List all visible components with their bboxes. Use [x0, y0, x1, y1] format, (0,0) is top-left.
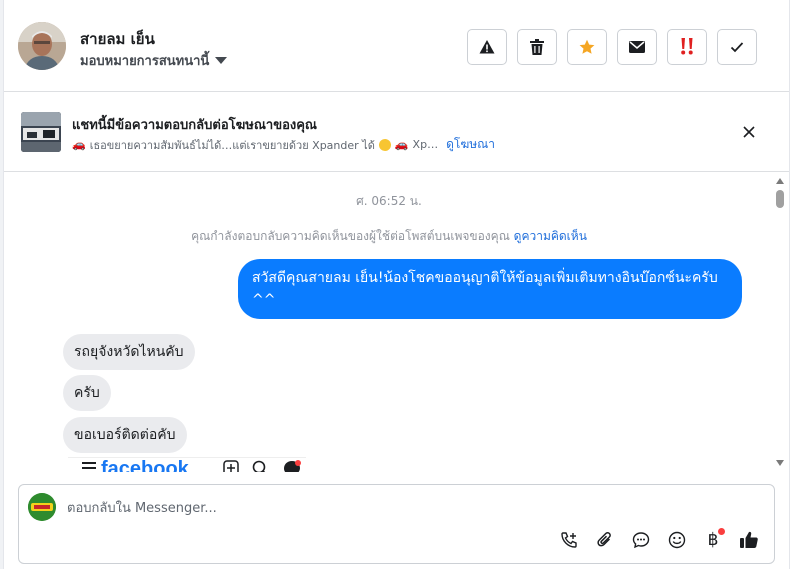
assign-label: มอบหมายการสนทนานี้: [80, 54, 210, 69]
ad-banner-title: แชทนี้มีข้อความตอบกลับต่อโฆษณาของคุณ: [72, 118, 317, 133]
trash-icon: [530, 39, 544, 55]
composer-tools: ฿: [556, 527, 762, 553]
star-button[interactable]: [567, 29, 607, 65]
car-icon: 🚗: [72, 138, 86, 151]
ad-preview: 🚗 เธอขยายความสัมพันธ์ไม่ได้…แต่เราขยายด้…: [72, 135, 495, 154]
done-button[interactable]: [717, 29, 757, 65]
contact-avatar[interactable]: [18, 22, 66, 70]
header-actions: [467, 29, 757, 65]
ad-thumbnail[interactable]: [21, 112, 61, 152]
outgoing-message[interactable]: สวัสดีคุณสายลม เย็น!น้องโชคขออนุญาติให้ข…: [238, 259, 742, 319]
saved-replies-button[interactable]: [628, 527, 654, 553]
notification-dot: [718, 528, 725, 535]
messenger-icon: [284, 460, 301, 472]
caret-down-icon: [215, 57, 228, 64]
check-icon: [730, 42, 744, 53]
assign-conversation-dropdown[interactable]: มอบหมายการสนทนานี้: [80, 50, 228, 71]
conversation-header: สายลม เย็น มอบหมายการสนทนานี้: [4, 0, 789, 92]
emoji-icon: [668, 531, 686, 549]
page-avatar: [28, 493, 56, 521]
double-exclamation-icon: [681, 38, 693, 55]
delete-button[interactable]: [517, 29, 557, 65]
ad-preview-text: เธอขยายความสัมพันธ์ไม่ได้…แต่เราขยายด้วย…: [89, 138, 375, 152]
incoming-message[interactable]: รถยุจังหวัดไหนคับ: [63, 334, 195, 370]
envelope-icon: [629, 41, 645, 53]
incoming-message[interactable]: ขอเบอร์ติดต่อคับ: [63, 417, 187, 453]
call-button[interactable]: [556, 527, 582, 553]
spam-button[interactable]: [667, 29, 707, 65]
smiley-icon: [378, 138, 391, 151]
close-icon: [743, 126, 755, 138]
chat-bubble-icon: [632, 532, 650, 549]
incoming-message[interactable]: ครับ: [63, 375, 111, 411]
notice-text: คุณกำลังตอบกลับความคิดเห็นของผู้ใช้ต่อโพ…: [191, 229, 510, 243]
ad-reply-banner: แชทนี้มีข้อความตอบกลับต่อโฆษณาของคุณ 🚗 เ…: [4, 92, 789, 172]
message-list: ศ. 06:52 น. คุณกำลังตอบกลับความคิดเห็นขอ…: [4, 172, 789, 472]
payment-button[interactable]: ฿: [700, 527, 726, 553]
message-timestamp: ศ. 06:52 น.: [356, 194, 422, 208]
reply-input[interactable]: [67, 497, 567, 519]
ad-preview-text-2: Xp…: [412, 138, 439, 151]
comment-reply-notice: คุณกำลังตอบกลับความคิดเห็นของผู้ใช้ต่อโพ…: [4, 227, 774, 246]
report-button[interactable]: [467, 29, 507, 65]
car-icon-2: 🚗: [394, 138, 409, 151]
like-button[interactable]: [736, 527, 762, 553]
close-banner-button[interactable]: [739, 122, 759, 142]
incoming-image-attachment[interactable]: facebook: [68, 457, 306, 472]
view-ad-link[interactable]: ดูโฆษณา: [446, 135, 495, 154]
attach-button[interactable]: [592, 527, 618, 553]
emoji-button[interactable]: [664, 527, 690, 553]
hamburger-icon: [82, 462, 96, 469]
conversation-panel: สายลม เย็น มอบหมายการสนทนานี้ แชทนี้มีข้…: [3, 0, 790, 569]
phone-plus-icon: [561, 532, 577, 548]
star-icon: [579, 39, 595, 54]
contact-name[interactable]: สายลม เย็น: [80, 27, 155, 51]
warning-icon: [479, 40, 495, 54]
search-icon: [252, 460, 266, 472]
message-composer: ฿: [18, 484, 775, 564]
view-comment-link[interactable]: ดูความคิดเห็น: [514, 229, 587, 243]
plus-square-icon: [223, 460, 239, 472]
scroll-up-arrow[interactable]: [776, 178, 784, 184]
baht-icon: ฿: [707, 530, 719, 550]
mark-unread-button[interactable]: [617, 29, 657, 65]
scroll-down-arrow[interactable]: [776, 460, 784, 466]
message-scrollbar[interactable]: [772, 174, 788, 470]
scroll-thumb[interactable]: [776, 190, 784, 208]
thumbs-up-icon: [740, 531, 758, 548]
paperclip-icon: [597, 532, 611, 547]
facebook-wordmark: facebook: [101, 458, 189, 472]
